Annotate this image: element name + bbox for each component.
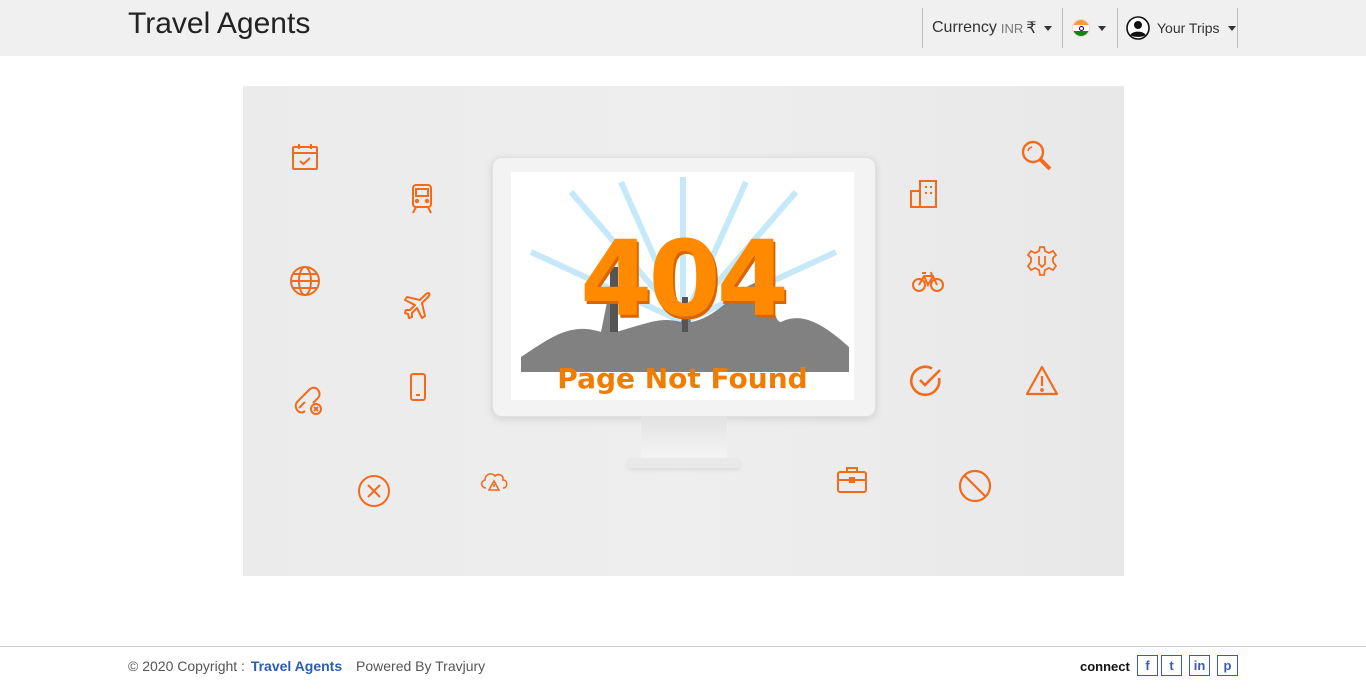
copyright-text: © 2020 Copyright : (128, 658, 245, 674)
blocked-icon (958, 469, 992, 503)
currency-label: Currency (932, 19, 997, 36)
globe-icon (288, 264, 322, 298)
chevron-down-icon (1227, 25, 1236, 31)
connect-label: connect (1080, 659, 1130, 674)
footer-divider (0, 646, 1366, 647)
check-circle-icon (909, 364, 943, 398)
brand-logo-text[interactable]: Travel Agents (128, 7, 310, 41)
user-avatar-icon (1126, 16, 1150, 40)
your-trips-label: Your Trips (1157, 20, 1220, 36)
facebook-icon[interactable]: f (1137, 655, 1158, 676)
settings-icon (1025, 244, 1059, 278)
warning-icon (1025, 364, 1059, 398)
footer-copyright: © 2020 Copyright : Travel Agents Powered… (128, 658, 485, 674)
country-dropdown[interactable] (1062, 8, 1117, 48)
monitor-frame: 404 Page Not Found (492, 157, 876, 417)
chevron-down-icon (1044, 25, 1053, 31)
footer-brand-link[interactable]: Travel Agents (251, 658, 342, 674)
error-code: 404 (579, 218, 789, 340)
currency-symbol: ₹ (1026, 20, 1037, 37)
mobile-icon (401, 370, 435, 404)
briefcase-icon (835, 463, 869, 497)
twitter-icon[interactable]: t (1161, 655, 1182, 676)
monitor-base (628, 458, 740, 468)
error-title: Page Not Found (557, 362, 808, 395)
search-icon (1019, 138, 1053, 172)
india-flag-icon (1072, 19, 1090, 37)
error-illustration: 404 Page Not Found (243, 86, 1124, 576)
top-navbar: Travel Agents Currency INR ₹ Your Trips (0, 0, 1366, 56)
broken-link-icon (291, 384, 325, 418)
chevron-down-icon (1098, 25, 1106, 31)
building-icon (907, 177, 941, 211)
airplane-icon (401, 288, 435, 322)
calendar-icon (288, 140, 322, 174)
pinterest-icon[interactable]: p (1217, 655, 1238, 676)
cloud-warning-icon (477, 464, 511, 498)
currency-dropdown[interactable]: Currency INR ₹ (922, 8, 1062, 48)
bicycle-icon (911, 264, 945, 298)
train-icon (405, 182, 439, 216)
your-trips-dropdown[interactable]: Your Trips (1117, 8, 1238, 48)
close-circle-icon (357, 474, 391, 508)
powered-by-text: Powered By Travjury (356, 658, 486, 674)
monitor-screen: 404 Page Not Found (511, 172, 854, 400)
linkedin-icon[interactable]: in (1189, 655, 1210, 676)
currency-code: INR (1000, 20, 1024, 36)
monitor-stand (641, 416, 727, 462)
